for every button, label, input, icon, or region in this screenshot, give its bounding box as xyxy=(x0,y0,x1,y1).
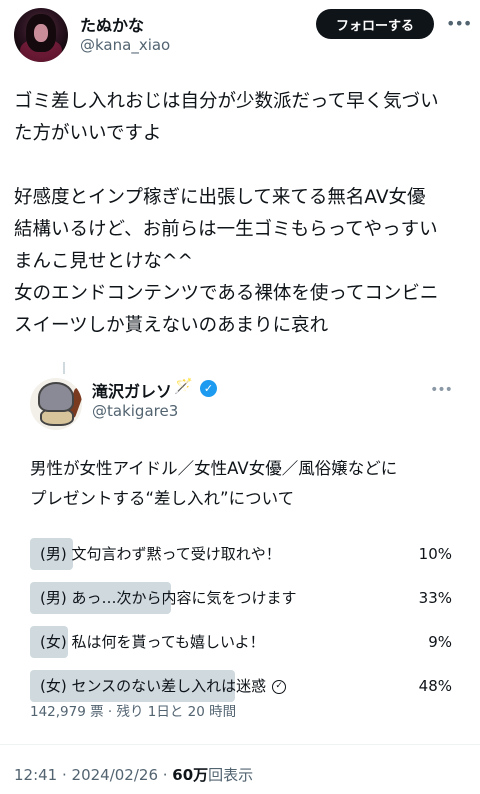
author-handle[interactable]: @kana_xiao xyxy=(80,36,170,54)
quoted-author-handle[interactable]: @takigare3 xyxy=(92,402,178,420)
divider xyxy=(0,744,480,745)
magic-wand-icon: 🪄 xyxy=(174,377,193,395)
tweet-header: たぬかな @kana_xiao フォローする ••• xyxy=(0,0,480,70)
poll-option-percent: 9% xyxy=(428,633,452,651)
poll-option-label: (女) センスのない差し入れは迷惑 ✓ xyxy=(40,670,287,702)
verified-badge-icon: ✓ xyxy=(200,380,217,397)
poll: (男) 文句言わず黙って受け取れや！ 10% (男) あっ…次から内容に気をつけ… xyxy=(30,538,452,714)
tweet-line: た方がいいですよ xyxy=(14,123,162,144)
tweet-line: まんこ見せとけな^^ xyxy=(14,251,194,272)
poll-option: (男) あっ…次から内容に気をつけます 33% xyxy=(30,582,452,614)
follow-button[interactable]: フォローする xyxy=(316,9,434,39)
check-circle-icon: ✓ xyxy=(272,679,287,694)
timestamp[interactable]: 12:41 · 2024/02/26 · xyxy=(14,766,172,784)
tweet-line: ゴミ差し入れおじは自分が少数派だって早く気づい xyxy=(14,91,439,112)
avatar-face xyxy=(34,24,48,42)
view-label: 回表示 xyxy=(208,766,254,784)
poll-option-percent: 48% xyxy=(418,677,452,695)
view-count: 60万 xyxy=(172,766,209,784)
tweet-footer: 12:41 · 2024/02/26 · 60万回表示 xyxy=(14,764,253,785)
poll-meta: 142,979 票 · 残り 1日と 20 時間 xyxy=(30,704,237,720)
poll-option-label: (女) 私は何を貰っても嬉しいよ！ xyxy=(40,633,265,651)
poll-option-label: (男) 文句言わず黙って受け取れや！ xyxy=(40,545,281,563)
quoted-tweet-line: 男性が女性アイドル／女性AV女優／風俗嬢などに xyxy=(30,459,398,478)
tweet-line: 好感度とインプ稼ぎに出張して来てる無名AV女優 xyxy=(14,187,426,208)
poll-option-label-text: (女) センスのない差し入れは迷惑 xyxy=(40,677,267,695)
tweet-line: 結構いるけど、お前らは一生ゴミもらってやっすい xyxy=(14,219,438,240)
tweet-line: 女のエンドコンテンツである裸体を使ってコンビニ xyxy=(14,283,439,304)
poll-option-percent: 33% xyxy=(418,589,452,607)
author-display-name[interactable]: たぬかな xyxy=(80,12,144,36)
quoted-tweet[interactable]: 滝沢ガレソ 🪄 ✓ @takigare3 ••• 男性が女性アイドル／女性AV女… xyxy=(14,362,466,734)
quoted-author-display-name[interactable]: 滝沢ガレソ xyxy=(92,378,172,402)
tweet-line: スイーツしか貰えないのあまりに哀れ xyxy=(14,315,329,336)
poll-option: (女) センスのない差し入れは迷惑 ✓ 48% xyxy=(30,670,452,702)
avatar-helmet xyxy=(38,382,74,412)
poll-option: (男) 文句言わず黙って受け取れや！ 10% xyxy=(30,538,452,570)
quoted-tweet-line: プレゼントする“差し入れ”について xyxy=(30,489,295,508)
thread-connector-line xyxy=(63,362,65,374)
poll-option: (女) 私は何を貰っても嬉しいよ！ 9% xyxy=(30,626,452,658)
quoted-more-horizontal-icon[interactable]: ••• xyxy=(430,382,453,398)
more-horizontal-icon[interactable]: ••• xyxy=(446,14,472,34)
poll-option-percent: 10% xyxy=(418,545,452,563)
tweet-text: ゴミ差し入れおじは自分が少数派だって早く気づい た方がいいですよ 好感度とインプ… xyxy=(14,86,470,342)
quoted-tweet-text: 男性が女性アイドル／女性AV女優／風俗嬢などに プレゼントする“差し入れ”につい… xyxy=(30,454,397,514)
poll-option-label: (男) あっ…次から内容に気をつけます xyxy=(40,589,297,607)
author-avatar[interactable] xyxy=(14,8,68,62)
quoted-author-avatar[interactable] xyxy=(30,378,82,430)
